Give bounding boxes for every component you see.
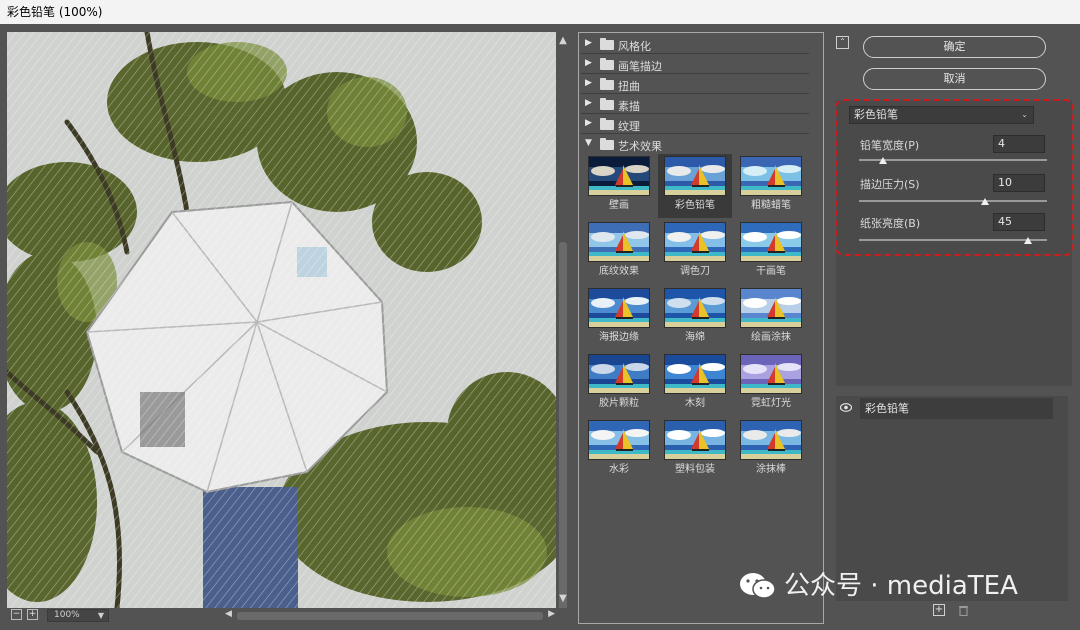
filter-thumbnail[interactable]: 水彩 bbox=[582, 418, 656, 482]
effect-layer-item[interactable]: 彩色铅笔 bbox=[860, 398, 1053, 419]
folder-icon bbox=[600, 58, 614, 70]
filter-thumbnail[interactable]: 木刻 bbox=[658, 352, 732, 416]
preview-bottom-bar: − + 100% ▼ ◀ ▶ bbox=[7, 608, 570, 624]
chevron-down-icon: ▼ bbox=[97, 611, 104, 620]
folder-icon bbox=[600, 38, 614, 50]
category-label: 画笔描边 bbox=[618, 60, 662, 73]
filter-label: 壁画 bbox=[609, 200, 629, 211]
filter-thumbnail[interactable]: 胶片颗粒 bbox=[582, 352, 656, 416]
filter-preview-image bbox=[740, 288, 802, 328]
filter-label: 调色刀 bbox=[680, 266, 710, 277]
folder-icon bbox=[600, 78, 614, 90]
filter-thumbnail[interactable]: 壁画 bbox=[582, 154, 656, 218]
expand-arrow-icon: ▶ bbox=[585, 58, 592, 68]
scroll-right-icon[interactable]: ▶ bbox=[548, 609, 555, 619]
filter-preview-image bbox=[740, 222, 802, 262]
filter-label: 木刻 bbox=[685, 398, 705, 409]
zoom-out-button[interactable]: − bbox=[11, 609, 22, 620]
filter-preview-image bbox=[740, 420, 802, 460]
zoom-select[interactable]: 100% ▼ bbox=[47, 609, 109, 622]
filter-label: 海报边缘 bbox=[599, 332, 639, 343]
category-label: 纹理 bbox=[618, 120, 640, 133]
scroll-down-icon[interactable]: ▼ bbox=[556, 592, 570, 606]
preview-horizontal-scrollbar[interactable]: ◀ ▶ bbox=[225, 609, 555, 621]
ok-button[interactable]: 确定 bbox=[863, 36, 1046, 58]
category-label: 艺术效果 bbox=[618, 140, 662, 153]
filter-thumbnail[interactable]: 霓虹灯光 bbox=[734, 352, 808, 416]
filter-thumbnail[interactable]: 海报边缘 bbox=[582, 286, 656, 350]
filter-thumbnail[interactable]: 彩色铅笔 bbox=[658, 154, 732, 218]
filter-thumbnail[interactable]: 调色刀 bbox=[658, 220, 732, 284]
filter-thumbnail[interactable]: 底纹效果 bbox=[582, 220, 656, 284]
category-stylize[interactable]: ▶ 风格化 bbox=[581, 35, 809, 54]
category-brush-strokes[interactable]: ▶ 画笔描边 bbox=[581, 55, 809, 74]
filter-preview-image bbox=[664, 354, 726, 394]
filter-label: 涂抹棒 bbox=[756, 464, 786, 475]
filter-label: 绘画涂抹 bbox=[751, 332, 791, 343]
vertical-scroll-thumb[interactable] bbox=[559, 242, 567, 622]
filter-label: 海绵 bbox=[685, 332, 705, 343]
expand-arrow-icon: ▶ bbox=[585, 98, 592, 108]
category-texture[interactable]: ▶ 纹理 bbox=[581, 115, 809, 134]
filter-label: 底纹效果 bbox=[599, 266, 639, 277]
filter-preview-image bbox=[588, 222, 650, 262]
filter-thumbnail[interactable]: 绘画涂抹 bbox=[734, 286, 808, 350]
filter-label: 粗糙蜡笔 bbox=[751, 200, 791, 211]
wechat-logo-icon bbox=[740, 573, 776, 599]
filter-label: 干画笔 bbox=[756, 266, 786, 277]
filter-label: 水彩 bbox=[609, 464, 629, 475]
filter-label: 霓虹灯光 bbox=[751, 398, 791, 409]
filter-preview-image bbox=[588, 420, 650, 460]
cancel-button[interactable]: 取消 bbox=[863, 68, 1046, 90]
filter-preview-image bbox=[740, 156, 802, 196]
filter-thumbnail[interactable]: 海绵 bbox=[658, 286, 732, 350]
filter-gallery: ▶ 风格化 ▶ 画笔描边 ▶ 扭曲 ▶ 素描 ▶ 纹理 ▼ 艺术效果 壁画 彩色铅… bbox=[578, 32, 824, 624]
category-label: 风格化 bbox=[618, 40, 651, 53]
folder-icon bbox=[600, 118, 614, 130]
filter-thumbnail[interactable]: 干画笔 bbox=[734, 220, 808, 284]
filter-preview-image bbox=[664, 156, 726, 196]
collapse-arrow-icon: ▼ bbox=[585, 138, 592, 148]
filter-thumbnail[interactable]: 涂抹棒 bbox=[734, 418, 808, 482]
trash-icon[interactable] bbox=[958, 604, 969, 616]
filter-preview-image bbox=[588, 156, 650, 196]
filter-preview-image bbox=[664, 288, 726, 328]
expand-arrow-icon: ▶ bbox=[585, 78, 592, 88]
filter-preview-image bbox=[588, 288, 650, 328]
new-effect-layer-button[interactable]: + bbox=[933, 604, 945, 616]
filter-thumbnail[interactable]: 塑料包装 bbox=[658, 418, 732, 482]
horizontal-scroll-thumb[interactable] bbox=[237, 612, 543, 620]
zoom-in-button[interactable]: + bbox=[27, 609, 38, 620]
category-sketch[interactable]: ▶ 素描 bbox=[581, 95, 809, 114]
filter-preview-image bbox=[664, 222, 726, 262]
collapse-gallery-button[interactable]: ⌃ bbox=[836, 36, 849, 49]
filter-preview-image bbox=[588, 354, 650, 394]
filter-label: 彩色铅笔 bbox=[675, 200, 715, 211]
gallery-scrollbar[interactable] bbox=[810, 35, 820, 619]
folder-open-icon bbox=[600, 138, 614, 150]
eye-icon[interactable] bbox=[840, 403, 852, 412]
watermark-text: 公众号 · mediaTEA bbox=[784, 571, 1018, 601]
preview-vertical-scrollbar[interactable]: ▲ ▼ bbox=[556, 32, 570, 622]
scroll-left-icon[interactable]: ◀ bbox=[225, 609, 232, 619]
category-label: 素描 bbox=[618, 100, 640, 113]
filter-preview-image bbox=[740, 354, 802, 394]
expand-arrow-icon: ▶ bbox=[585, 118, 592, 128]
window-title: 彩色铅笔 (100%) bbox=[0, 0, 1080, 24]
category-distort[interactable]: ▶ 扭曲 bbox=[581, 75, 809, 94]
filter-thumbnail[interactable]: 粗糙蜡笔 bbox=[734, 154, 808, 218]
scroll-up-icon[interactable]: ▲ bbox=[556, 34, 570, 48]
zoom-value: 100% bbox=[54, 610, 80, 620]
preview-canvas[interactable] bbox=[7, 32, 556, 608]
folder-icon bbox=[600, 98, 614, 110]
category-artistic[interactable]: ▼ 艺术效果 bbox=[581, 135, 809, 154]
expand-arrow-icon: ▶ bbox=[585, 38, 592, 48]
filter-label: 胶片颗粒 bbox=[599, 398, 639, 409]
filter-label: 塑料包装 bbox=[675, 464, 715, 475]
filter-preview-image bbox=[664, 420, 726, 460]
category-label: 扭曲 bbox=[618, 80, 640, 93]
highlight-annotation bbox=[835, 99, 1074, 256]
